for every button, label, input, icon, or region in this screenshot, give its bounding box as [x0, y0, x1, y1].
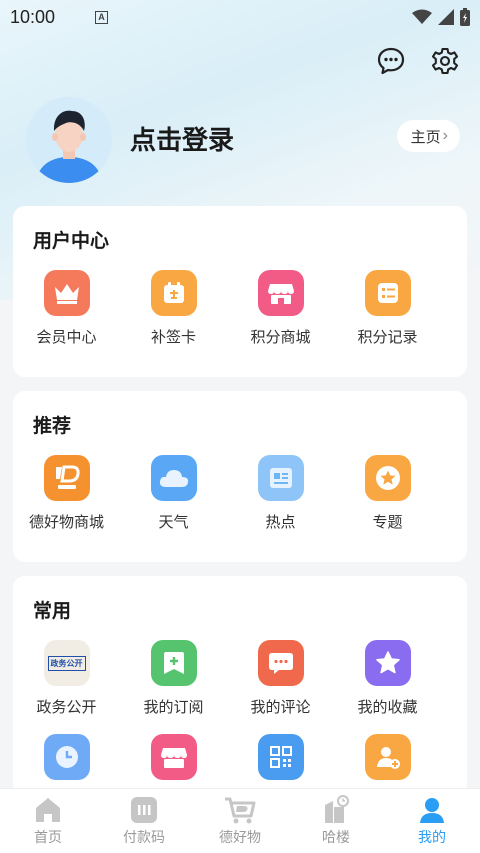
pay-code-icon [131, 797, 157, 823]
nav-home[interactable]: 首页 [0, 789, 96, 853]
login-prompt[interactable]: 点击登录 [130, 120, 234, 157]
bottom-navigation: 首页 付款码 德好物 哈楼 我的 [0, 788, 480, 853]
record-list-icon [364, 270, 411, 316]
home-page-button[interactable]: 主页 › [396, 120, 460, 152]
shop-icon [257, 270, 304, 316]
grid-item-label: 天气 [158, 514, 189, 531]
nav-mine[interactable]: 我的 [384, 789, 480, 853]
wifi-icon [412, 9, 432, 24]
star-badge-icon [364, 455, 411, 501]
clock-icon [43, 734, 90, 780]
my-subscription-button[interactable]: 我的订阅 [120, 640, 227, 717]
qr-code-icon [257, 734, 304, 780]
calendar-makeup-icon [150, 270, 197, 316]
building-icon [325, 795, 349, 823]
weather-button[interactable]: 天气 [120, 455, 227, 532]
settings-button[interactable] [428, 44, 462, 78]
gov-affairs-badge-text: 政务公开 [47, 655, 86, 671]
gear-icon [431, 47, 459, 75]
nav-label: 首页 [34, 829, 62, 845]
crown-icon [43, 270, 90, 316]
grid-item-label: 积分记录 [357, 329, 418, 346]
grid-item-label: 补签卡 [150, 329, 196, 346]
recommend-card: 推荐 德好物商城 天气 热点 专题 [13, 391, 467, 562]
points-mall-button[interactable]: 积分商城 [227, 270, 334, 347]
grid-item-label: 政务公开 [36, 699, 97, 716]
grid-item-label: 会员中心 [36, 329, 97, 346]
user-center-card: 用户中心 会员中心 补签卡 积分商城 积分记录 [13, 206, 467, 377]
grid-item-label: 我的收藏 [357, 699, 418, 716]
store-button[interactable] [120, 734, 227, 780]
grid-item-label: 热点 [265, 514, 296, 531]
grid-item-label: 积分商城 [250, 329, 311, 346]
comment-icon [257, 640, 304, 686]
messages-button[interactable] [374, 44, 408, 78]
user-add-icon [364, 734, 411, 780]
member-center-button[interactable]: 会员中心 [13, 270, 120, 347]
hotspot-button[interactable]: 热点 [227, 455, 334, 532]
grid-item-label: 我的评论 [250, 699, 311, 716]
grid-item-label: 专题 [372, 514, 403, 531]
section-title: 推荐 [33, 416, 72, 437]
points-record-button[interactable]: 积分记录 [334, 270, 441, 347]
nav-label: 我的 [418, 829, 446, 845]
dehaowu-logo-icon [43, 455, 90, 501]
section-title: 常用 [33, 601, 72, 622]
nav-label: 哈楼 [322, 829, 350, 845]
grid-item-label: 德好物商城 [28, 514, 104, 531]
profile-icon [420, 798, 444, 823]
history-button[interactable] [13, 734, 120, 780]
special-topic-button[interactable]: 专题 [334, 455, 441, 532]
common-card: 常用 政务公开 政务公开 我的订阅 我的评论 我的收藏 [13, 576, 467, 816]
gov-affairs-button[interactable]: 政务公开 政务公开 [13, 640, 120, 717]
sim-indicator-icon: A [95, 10, 109, 24]
dehaowu-mall-button[interactable]: 德好物商城 [13, 455, 120, 532]
cloud-icon [150, 455, 197, 501]
nav-pay-code[interactable]: 付款码 [96, 789, 192, 853]
nav-dehaowu[interactable]: 德好物 [192, 789, 288, 853]
add-user-button[interactable] [334, 734, 441, 780]
status-bar: 10:00 A [0, 0, 480, 34]
qr-code-button[interactable] [227, 734, 334, 780]
section-title: 用户中心 [33, 231, 110, 252]
star-icon [364, 640, 411, 686]
makeup-card-button[interactable]: 补签卡 [120, 270, 227, 347]
signal-icon [438, 9, 454, 25]
avatar[interactable] [26, 97, 112, 183]
nav-label: 德好物 [219, 829, 261, 845]
my-favorites-button[interactable]: 我的收藏 [334, 640, 441, 717]
gov-affairs-icon: 政务公开 [43, 640, 90, 686]
store-icon [150, 734, 197, 780]
home-page-label: 主页 [410, 128, 441, 146]
default-avatar-icon [26, 97, 112, 183]
home-icon [36, 798, 60, 822]
bookmark-add-icon [150, 640, 197, 686]
nav-label: 付款码 [123, 829, 165, 845]
nav-halou[interactable]: 哈楼 [288, 789, 384, 853]
my-comments-button[interactable]: 我的评论 [227, 640, 334, 717]
battery-icon [460, 8, 470, 26]
news-icon [257, 455, 304, 501]
chevron-right-icon: › [442, 127, 448, 144]
chat-bubble-icon [377, 47, 405, 75]
cart-icon [225, 797, 256, 824]
grid-item-label: 我的订阅 [143, 699, 204, 716]
status-time: 10:00 [10, 6, 56, 27]
